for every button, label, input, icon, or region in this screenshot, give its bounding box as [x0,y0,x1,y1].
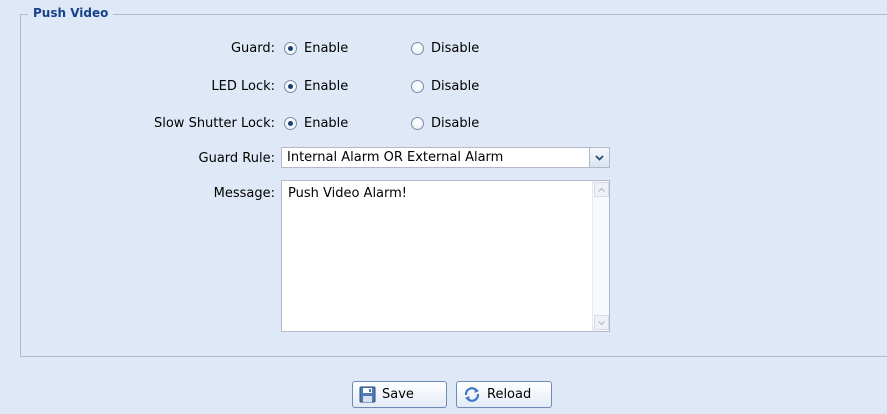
slow-shutter-disable-label: Disable [431,115,480,131]
slow-shutter-enable-label: Enable [304,115,349,131]
fieldset-legend: Push Video [28,6,114,20]
floppy-disk-icon [359,386,376,403]
slow-shutter-disable-radio[interactable]: Disable [411,116,479,131]
led-lock-enable-radio[interactable]: Enable [284,79,348,94]
radio-unchecked-icon [411,41,424,55]
message-label: Message: [213,185,275,201]
led-lock-label: LED Lock: [211,78,275,94]
radio-unchecked-icon [411,116,424,130]
message-value: Push Video Alarm! [288,186,408,201]
radio-checked-icon [284,41,297,55]
reload-label: Reload [487,387,532,402]
scroll-down-icon[interactable] [594,315,609,330]
guard-row: Guard: Enable Disable [0,38,887,58]
guard-rule-select[interactable]: Internal Alarm OR External Alarm [281,147,610,168]
refresh-icon [463,386,481,403]
guard-enable-radio[interactable]: Enable [284,41,348,56]
slow-shutter-enable-radio[interactable]: Enable [284,116,348,131]
save-button[interactable]: Save [352,381,447,408]
radio-unchecked-icon [411,79,424,93]
guard-rule-label: Guard Rule: [198,150,275,166]
message-scrollbar[interactable] [592,181,609,331]
guard-enable-label: Enable [304,40,349,56]
scroll-up-icon[interactable] [594,182,609,197]
save-label: Save [382,387,414,402]
guard-rule-value: Internal Alarm OR External Alarm [287,150,504,165]
slow-shutter-lock-row: Slow Shutter Lock: Enable Disable [0,113,887,133]
guard-disable-label: Disable [431,40,480,56]
slow-shutter-lock-label: Slow Shutter Lock: [153,115,275,131]
led-lock-disable-label: Disable [431,78,480,94]
guard-disable-radio[interactable]: Disable [411,41,479,56]
led-lock-disable-radio[interactable]: Disable [411,79,479,94]
reload-button[interactable]: Reload [456,381,552,408]
radio-checked-icon [284,116,297,130]
led-lock-row: LED Lock: Enable Disable [0,76,887,96]
message-textarea[interactable]: Push Video Alarm! [281,180,610,332]
radio-checked-icon [284,79,297,93]
led-lock-enable-label: Enable [304,78,349,94]
guard-label: Guard: [230,40,275,56]
chevron-down-icon[interactable] [589,148,609,167]
